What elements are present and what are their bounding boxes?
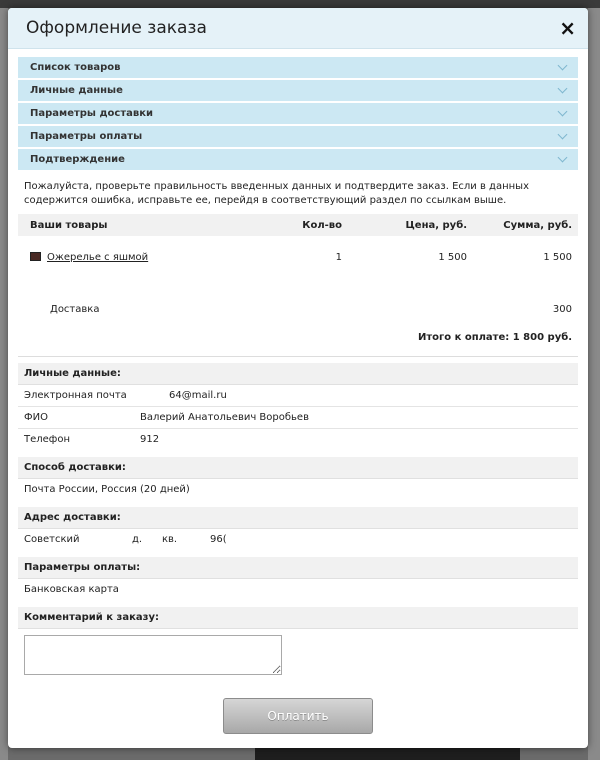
step-products[interactable]: Список товаров bbox=[18, 57, 578, 78]
name-label: ФИО bbox=[24, 411, 48, 423]
delivery-row: Доставка 300 bbox=[18, 298, 578, 320]
qty-cell: 1 bbox=[335, 251, 342, 263]
col-header-name: Ваши товары bbox=[18, 214, 268, 236]
background-right bbox=[588, 8, 600, 760]
address-index: 96( bbox=[210, 534, 227, 545]
chevron-down-icon bbox=[557, 152, 568, 163]
confirm-notice: Пожалуйста, проверьте правильность введе… bbox=[24, 181, 529, 206]
product-link[interactable]: Ожерелье с яшмой bbox=[47, 252, 148, 263]
shipping-row: Почта России, Россия (20 дней) bbox=[18, 479, 578, 501]
email-row: Электронная почта 64@mail.ru bbox=[18, 385, 578, 407]
address-city: Советский bbox=[24, 534, 80, 545]
chevron-down-icon bbox=[557, 106, 568, 117]
delivery-sum: 300 bbox=[552, 303, 572, 315]
background-left bbox=[0, 8, 8, 760]
email-value: 64@mail.ru bbox=[169, 389, 227, 401]
col-header-qty: Кол-во bbox=[268, 214, 348, 236]
comment-section: Комментарий к заказу: bbox=[18, 606, 578, 629]
total-row: Итого к оплате: 1 800 руб. bbox=[18, 320, 578, 357]
modal-header: Оформление заказа × bbox=[8, 8, 588, 49]
col-header-price: Цена, руб. bbox=[348, 214, 473, 236]
delivery-label: Доставка bbox=[50, 303, 100, 315]
close-icon[interactable]: × bbox=[559, 18, 576, 38]
col-header-sum: Сумма, руб. bbox=[473, 214, 578, 236]
step-label: Личные данные bbox=[30, 85, 123, 96]
table-header-row: Ваши товары Кол-во Цена, руб. Сумма, руб… bbox=[18, 214, 578, 236]
shipping-value: Почта России, Россия (20 дней) bbox=[24, 484, 190, 495]
address-section: Адрес доставки: Советский д. кв. 96( bbox=[18, 506, 578, 551]
product-cell: Ожерелье с яшмой bbox=[18, 236, 268, 278]
step-label: Список товаров bbox=[30, 62, 121, 73]
step-confirm[interactable]: Подтверждение bbox=[18, 149, 578, 170]
chevron-down-icon bbox=[557, 129, 568, 140]
chevron-down-icon bbox=[557, 60, 568, 71]
comment-textarea[interactable] bbox=[24, 634, 282, 675]
address-house: д. bbox=[132, 534, 143, 545]
section-heading: Личные данные: bbox=[18, 362, 578, 385]
personal-section: Личные данные: Электронная почта 64@mail… bbox=[18, 362, 578, 451]
order-total: Итого к оплате: 1 800 руб. bbox=[18, 320, 578, 357]
payment-section: Параметры оплаты: Банковская карта bbox=[18, 556, 578, 601]
step-personal[interactable]: Личные данные bbox=[18, 80, 578, 101]
background-footer bbox=[255, 748, 520, 760]
payment-value: Банковская карта bbox=[24, 584, 119, 595]
step-label: Подтверждение bbox=[30, 154, 125, 165]
section-heading: Адрес доставки: bbox=[18, 506, 578, 529]
order-items-table: Ваши товары Кол-во Цена, руб. Сумма, руб… bbox=[18, 214, 578, 357]
modal-title: Оформление заказа bbox=[26, 18, 207, 38]
product-thumbnail[interactable] bbox=[30, 252, 41, 261]
section-heading: Комментарий к заказу: bbox=[18, 606, 578, 629]
background-topbar bbox=[0, 0, 600, 8]
phone-value: 912 bbox=[140, 434, 160, 445]
table-row: Ожерелье с яшмой 1 1 500 1 500 bbox=[18, 236, 578, 278]
phone-label: Телефон bbox=[24, 434, 71, 445]
address-row: Советский д. кв. 96( bbox=[18, 529, 578, 551]
payment-row: Банковская карта bbox=[18, 579, 578, 601]
chevron-down-icon bbox=[557, 83, 568, 94]
table-spacer bbox=[18, 278, 578, 298]
sum-cell: 1 500 bbox=[543, 251, 572, 263]
section-heading: Способ доставки: bbox=[18, 456, 578, 479]
price-cell: 1 500 bbox=[438, 251, 467, 263]
step-label: Параметры оплаты bbox=[30, 131, 143, 142]
name-value: Валерий Анатольевич Воробьев bbox=[140, 411, 309, 423]
pay-button[interactable]: Оплатить bbox=[223, 698, 373, 734]
phone-row: Телефон 912 bbox=[18, 429, 578, 451]
shipping-section: Способ доставки: Почта России, Россия (2… bbox=[18, 456, 578, 501]
name-row: ФИО Валерий Анатольевич Воробьев bbox=[18, 407, 578, 429]
address-apt: кв. bbox=[162, 534, 178, 545]
section-heading: Параметры оплаты: bbox=[18, 556, 578, 579]
step-delivery[interactable]: Параметры доставки bbox=[18, 103, 578, 124]
checkout-modal: Оформление заказа × Список товаров Личны… bbox=[8, 8, 588, 748]
step-label: Параметры доставки bbox=[30, 108, 153, 119]
checkout-steps: Список товаров Личные данные Параметры д… bbox=[8, 49, 588, 170]
email-label: Электронная почта bbox=[24, 389, 127, 401]
step-payment[interactable]: Параметры оплаты bbox=[18, 126, 578, 147]
